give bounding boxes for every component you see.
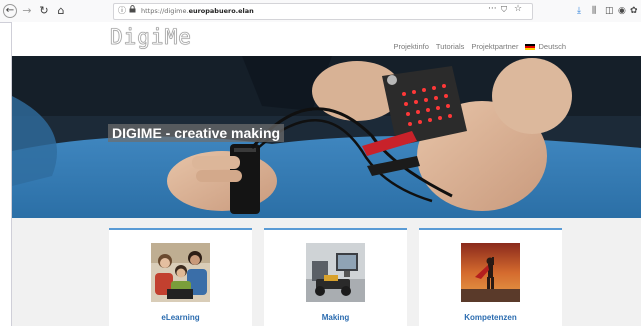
address-bar[interactable]: ⓘ https://digime.europabuero.elan ··· ⛉ … xyxy=(113,3,533,20)
extension-icon[interactable]: ✿ xyxy=(630,4,638,18)
shield-icon[interactable]: ◉ xyxy=(618,4,626,18)
url-domain: europabuero.elan xyxy=(188,7,254,15)
hero-banner: DIGIME - creative making xyxy=(12,56,641,218)
home-icon[interactable]: ⌂ xyxy=(54,4,68,18)
language-label: Deutsch xyxy=(538,42,566,51)
site-logo[interactable]: DigiMe xyxy=(110,25,192,50)
info-icon[interactable]: ⓘ xyxy=(118,5,126,16)
card-making[interactable]: Making xyxy=(264,228,407,328)
making-image xyxy=(306,243,365,302)
features-section: eLearning Making Kompetenzen xyxy=(12,218,641,328)
card-label-making[interactable]: Making xyxy=(264,313,407,322)
star-icon[interactable]: ☆ xyxy=(514,4,522,14)
browser-toolbar: ← → ↻ ⌂ ⓘ https://digime.europabuero.ela… xyxy=(0,0,641,23)
sidebar-icon[interactable]: ◫ xyxy=(605,4,614,18)
download-icon[interactable]: ⤓ xyxy=(577,4,581,18)
card-kompetenzen[interactable]: Kompetenzen xyxy=(419,228,562,328)
nav-link-projektinfo[interactable]: Projektinfo xyxy=(393,42,428,51)
german-flag-icon xyxy=(525,43,536,50)
reload-icon[interactable]: ↻ xyxy=(37,4,51,18)
site-header: DigiMe Projektinfo Tutorials Projektpart… xyxy=(12,22,641,56)
lock-icon[interactable] xyxy=(129,5,136,15)
main-navigation: Projektinfo Tutorials Projektpartner Deu… xyxy=(393,42,566,51)
kompetenzen-image xyxy=(461,243,520,302)
language-switcher[interactable]: Deutsch xyxy=(525,42,566,51)
forward-icon[interactable]: → xyxy=(20,4,34,18)
page-menu-icon[interactable]: ··· xyxy=(488,4,497,14)
hero-photo xyxy=(12,56,641,218)
card-label-kompetenzen[interactable]: Kompetenzen xyxy=(419,313,562,322)
card-label-elearning[interactable]: eLearning xyxy=(109,313,252,322)
pocket-icon[interactable]: ⛉ xyxy=(501,5,507,15)
back-icon[interactable]: ← xyxy=(3,4,17,18)
card-elearning[interactable]: eLearning xyxy=(109,228,252,328)
hero-title: DIGIME - creative making xyxy=(108,124,285,142)
url-text[interactable]: https://digime.europabuero.elan xyxy=(141,7,254,15)
library-icon[interactable]: ⫼ xyxy=(592,4,596,18)
url-prefix: https://digime. xyxy=(141,7,189,15)
nav-link-projektpartner[interactable]: Projektpartner xyxy=(471,42,518,51)
nav-link-tutorials[interactable]: Tutorials xyxy=(436,42,464,51)
elearning-image xyxy=(151,243,210,302)
